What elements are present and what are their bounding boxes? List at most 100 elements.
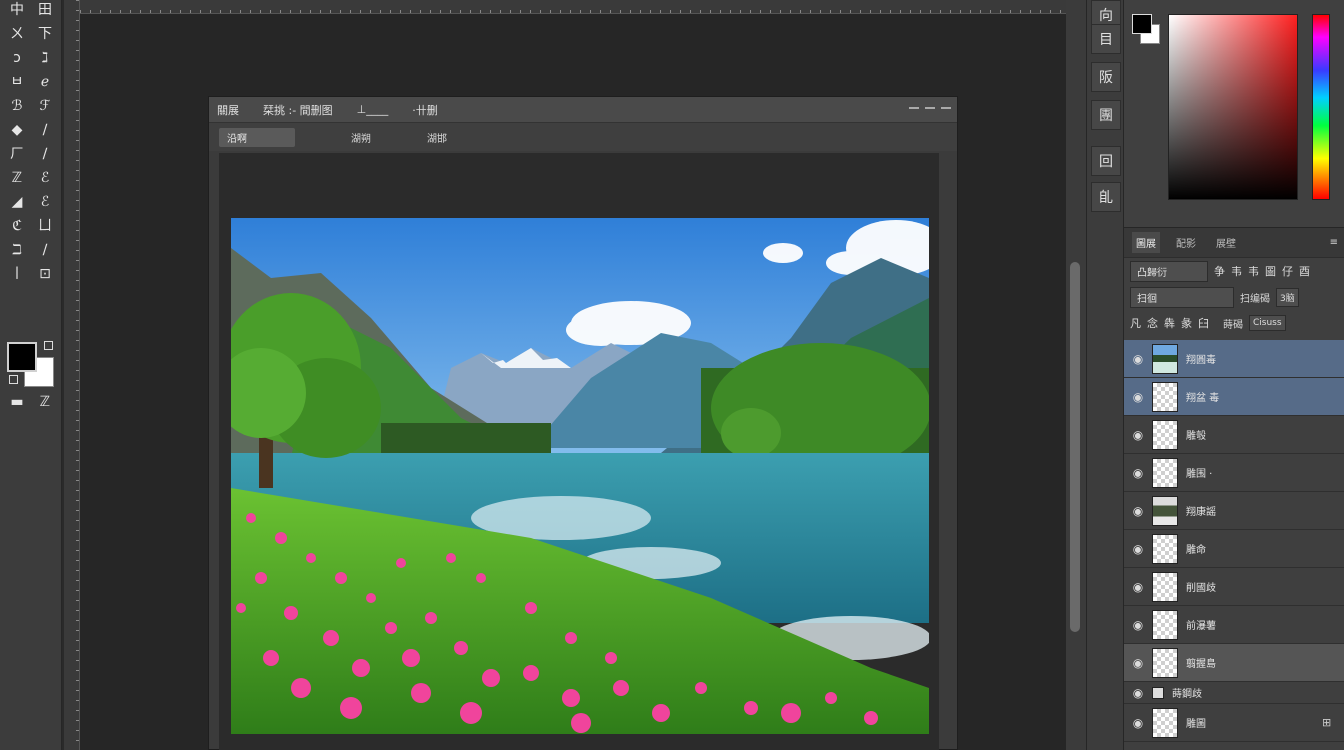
zoom-tool[interactable]: ℶ: [6, 240, 28, 260]
layer-row[interactable]: ◉ 翔圓毒: [1124, 340, 1344, 378]
filter-toggle-icon[interactable]: 酉: [1299, 263, 1310, 279]
layer-name[interactable]: 前瀑薯: [1186, 617, 1322, 632]
layer-name[interactable]: 削國歧: [1186, 579, 1322, 594]
layer-name[interactable]: 雕围 ·: [1186, 465, 1322, 480]
layer-row[interactable]: ◉ 雕圖 ⊞: [1124, 704, 1344, 742]
layer-row[interactable]: ◉ 雕围 ·: [1124, 454, 1344, 492]
hue-slider[interactable]: [1312, 14, 1330, 200]
screen-mode[interactable]: ▬: [6, 392, 28, 412]
swap-colors-icon[interactable]: [44, 341, 53, 350]
edit-toolbar[interactable]: ㅣ: [6, 264, 28, 284]
marquee-tool[interactable]: ㄨ: [6, 24, 28, 44]
maximize-icon[interactable]: [925, 107, 935, 109]
visibility-eye-icon[interactable]: ◉: [1124, 352, 1152, 366]
panel-menu-icon[interactable]: ≡: [1330, 237, 1338, 248]
layer-name[interactable]: 雕命: [1186, 541, 1322, 556]
hand-tool[interactable]: ㄩ: [34, 216, 56, 236]
foreground-color-swatch[interactable]: [1132, 14, 1152, 34]
history-brush-tool[interactable]: ◆: [6, 120, 28, 140]
document-tab[interactable]: 關展: [217, 102, 239, 118]
dodge-tool[interactable]: ℤ: [6, 168, 28, 188]
option-label[interactable]: 湖朔: [351, 130, 371, 145]
filter-smart-icon[interactable]: 仔: [1282, 263, 1293, 279]
gradient-tool[interactable]: ㄏ: [6, 144, 28, 164]
layer-name[interactable]: 蒔鋼歧: [1172, 685, 1322, 700]
visibility-eye-icon[interactable]: ◉: [1124, 390, 1152, 404]
document-tab-name[interactable]: 栞挑 :- 間删图: [263, 102, 333, 118]
blend-mode-select[interactable]: 扫徊: [1130, 286, 1234, 308]
visibility-eye-icon[interactable]: ◉: [1124, 466, 1152, 480]
layer-row[interactable]: ◉ 雕彀: [1124, 416, 1344, 454]
extra-tool[interactable]: ∕: [34, 240, 56, 260]
lock-artboard-icon[interactable]: 彖: [1181, 315, 1192, 331]
layer-name[interactable]: 雕圖: [1186, 715, 1322, 730]
option-label-2[interactable]: 湖邯: [427, 130, 447, 145]
artboard-tool[interactable]: 田: [34, 0, 56, 20]
layer-name[interactable]: 翔康謡: [1186, 503, 1322, 518]
fill-input[interactable]: Cisuss: [1249, 315, 1286, 331]
crop-tool[interactable]: ℷ: [34, 48, 56, 68]
tab-paths[interactable]: 展壁: [1212, 232, 1240, 253]
blur-tool[interactable]: ∕: [34, 144, 56, 164]
layer-row[interactable]: ◉ 翔盆 毒: [1124, 378, 1344, 416]
move-tool[interactable]: 中: [6, 0, 28, 20]
tab-layers[interactable]: 圖展: [1132, 232, 1160, 253]
lock-pixels-icon[interactable]: 念: [1147, 315, 1158, 331]
panel-dock-button-2[interactable]: 目: [1091, 24, 1121, 54]
visibility-eye-icon[interactable]: ◉: [1124, 504, 1152, 518]
visibility-eye-icon[interactable]: ◉: [1124, 618, 1152, 632]
type-tool[interactable]: ◢: [6, 192, 28, 212]
layer-name[interactable]: 翔圓毒: [1186, 351, 1322, 366]
layer-row[interactable]: ◉ 雕命: [1124, 530, 1344, 568]
tab-channels[interactable]: 配影: [1172, 232, 1200, 253]
layer-row[interactable]: ◉ 蒔鋼歧: [1124, 682, 1344, 704]
visibility-eye-icon[interactable]: ◉: [1124, 656, 1152, 670]
layer-row[interactable]: ◉ 削國歧: [1124, 568, 1344, 606]
panel-dock-button-6[interactable]: 臫: [1091, 182, 1121, 212]
filter-adjust-icon[interactable]: 韦: [1231, 263, 1242, 279]
filter-shape-icon[interactable]: 圖: [1265, 263, 1276, 279]
opacity-input[interactable]: 3脑: [1276, 287, 1299, 307]
layer-row[interactable]: ◉ 前瀑薯: [1124, 606, 1344, 644]
filter-pixel-icon[interactable]: 争: [1214, 263, 1225, 279]
layer-name[interactable]: 翔盆 毒: [1186, 389, 1322, 404]
close-icon[interactable]: [941, 107, 951, 109]
healing-tool[interactable]: ℯ: [34, 72, 56, 92]
canvas-image[interactable]: [231, 218, 929, 734]
pen-tool[interactable]: ℰ: [34, 168, 56, 188]
color-field[interactable]: [1168, 14, 1298, 200]
document-titlebar: 關展 栞挑 :- 間删图 ⊥____ ·卄删: [209, 97, 957, 123]
quick-mask[interactable]: ⊡: [34, 264, 56, 284]
layer-row[interactable]: ◉ 翦握島: [1124, 644, 1344, 682]
lasso-tool[interactable]: 下: [34, 24, 56, 44]
visibility-eye-icon[interactable]: ◉: [1124, 542, 1152, 556]
lock-all-icon[interactable]: 臼: [1198, 315, 1209, 331]
default-colors-icon[interactable]: [9, 375, 18, 384]
layer-row[interactable]: ◉ 翔康謡: [1124, 492, 1344, 530]
quick-mask-toggle[interactable]: ℤ: [34, 392, 56, 412]
shape-tool[interactable]: ℭ: [6, 216, 28, 236]
visibility-eye-icon[interactable]: ◉: [1124, 428, 1152, 442]
eraser-tool[interactable]: ∕: [34, 120, 56, 140]
visibility-eye-icon[interactable]: ◉: [1124, 580, 1152, 594]
lock-transparent-icon[interactable]: 凡: [1130, 315, 1141, 331]
visibility-eye-icon[interactable]: ◉: [1124, 716, 1152, 730]
foreground-color-swatch[interactable]: [7, 342, 37, 372]
lock-position-icon[interactable]: 犇: [1164, 315, 1175, 331]
panel-dock-button-5[interactable]: 回: [1091, 146, 1121, 176]
clone-stamp-tool[interactable]: ℱ: [34, 96, 56, 116]
vertical-scrollbar[interactable]: [1070, 262, 1080, 632]
panel-dock-button-3[interactable]: 阪: [1091, 62, 1121, 92]
quick-select-tool[interactable]: ɔ: [6, 48, 28, 68]
visibility-eye-icon[interactable]: ◉: [1124, 686, 1152, 700]
zoom-dropdown[interactable]: 沿啊: [219, 127, 295, 147]
panel-dock-button-4[interactable]: 團: [1091, 100, 1121, 130]
layer-name[interactable]: 雕彀: [1186, 427, 1322, 442]
brush-tool[interactable]: ℬ: [6, 96, 28, 116]
path-select-tool[interactable]: ℰ: [34, 192, 56, 212]
minimize-icon[interactable]: [909, 107, 919, 109]
layer-name[interactable]: 翦握島: [1186, 655, 1322, 670]
filter-type-icon[interactable]: 韦: [1248, 263, 1259, 279]
layer-filter-select[interactable]: 凸歸衍: [1130, 260, 1208, 282]
eyedropper-tool[interactable]: ㅂ: [6, 72, 28, 92]
